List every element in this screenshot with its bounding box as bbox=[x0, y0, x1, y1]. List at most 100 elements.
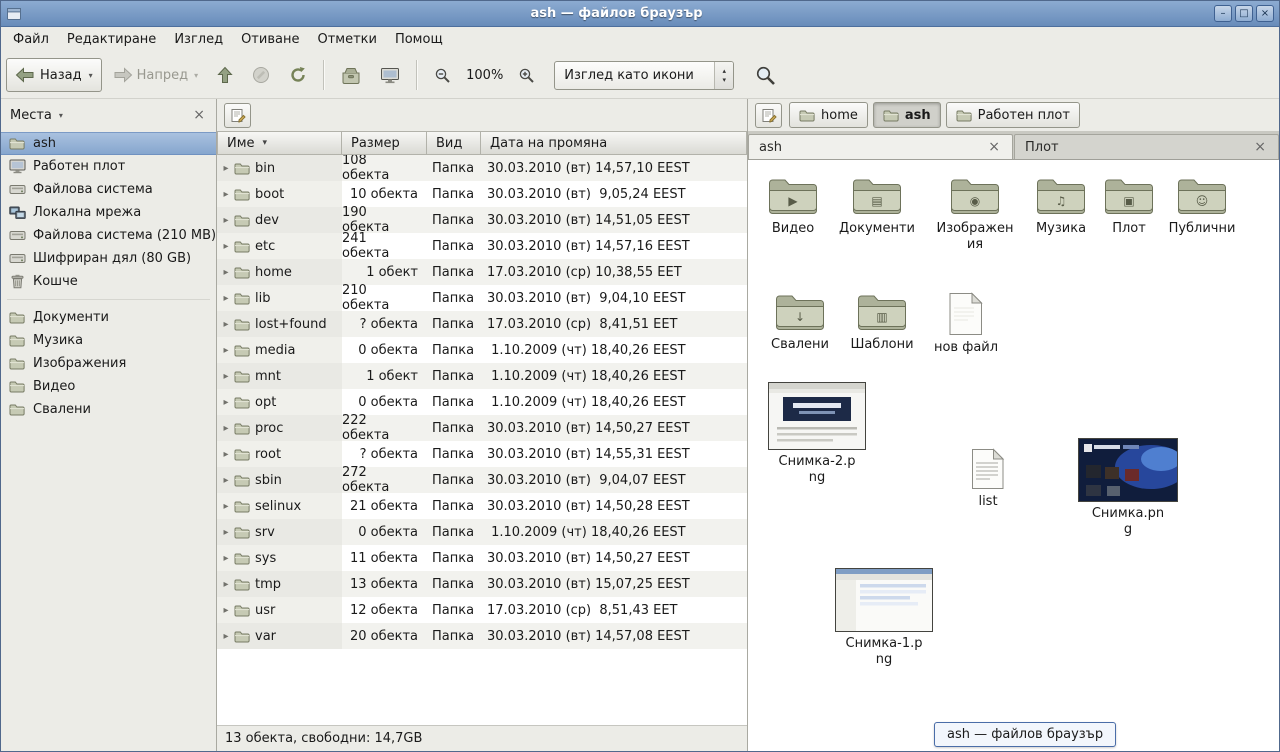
expander-icon[interactable]: ▸ bbox=[221, 553, 231, 564]
table-row[interactable]: ▸selinux21 обектаПапка30.03.2010 (вт) 14… bbox=[217, 493, 747, 519]
close-button[interactable]: × bbox=[1256, 5, 1274, 22]
zoom-out-button[interactable] bbox=[426, 58, 459, 92]
computer-button[interactable] bbox=[372, 58, 408, 92]
sidebar-item[interactable]: Работен плот bbox=[1, 155, 216, 178]
combo-spinner-icon[interactable]: ▴▾ bbox=[714, 62, 733, 89]
expander-icon[interactable]: ▸ bbox=[221, 189, 231, 200]
table-row[interactable]: ▸bin108 обектаПапка30.03.2010 (вт) 14,57… bbox=[217, 155, 747, 181]
sidebar-item[interactable]: ash bbox=[1, 132, 216, 155]
expander-icon[interactable]: ▸ bbox=[221, 449, 231, 460]
menu-item[interactable]: Файл bbox=[4, 27, 58, 52]
sidebar-close-icon[interactable]: × bbox=[191, 108, 207, 122]
expander-icon[interactable]: ▸ bbox=[221, 215, 231, 226]
tab-close-icon[interactable]: × bbox=[986, 140, 1002, 154]
tab[interactable]: Плот× bbox=[1014, 134, 1279, 159]
table-row[interactable]: ▸opt0 обектаПапка 1.10.2009 (чт) 18,40,2… bbox=[217, 389, 747, 415]
table-row[interactable]: ▸etc241 обектаПапка30.03.2010 (вт) 14,57… bbox=[217, 233, 747, 259]
view-mode-select[interactable]: Изглед като икони ▴▾ bbox=[554, 61, 734, 90]
location-toggle-button[interactable] bbox=[755, 103, 782, 128]
sidebar-item[interactable]: Документи bbox=[1, 306, 216, 329]
expander-icon[interactable]: ▸ bbox=[221, 501, 231, 512]
expander-icon[interactable]: ▸ bbox=[221, 345, 231, 356]
minimize-button[interactable]: – bbox=[1214, 5, 1232, 22]
back-dropdown-icon[interactable]: ▾ bbox=[89, 71, 93, 80]
sidebar-title[interactable]: Места bbox=[10, 108, 52, 123]
column-header[interactable]: Дата на промяна bbox=[481, 131, 747, 155]
back-button[interactable]: Назад ▾ bbox=[6, 58, 102, 92]
expander-icon[interactable]: ▸ bbox=[221, 397, 231, 408]
expander-icon[interactable]: ▸ bbox=[221, 475, 231, 486]
expander-icon[interactable]: ▸ bbox=[221, 579, 231, 590]
tab-close-icon[interactable]: × bbox=[1252, 140, 1268, 154]
expander-icon[interactable]: ▸ bbox=[221, 267, 231, 278]
expander-icon[interactable]: ▸ bbox=[221, 527, 231, 538]
menu-item[interactable]: Отметки bbox=[308, 27, 385, 52]
icon-item[interactable]: ▣Плот bbox=[1087, 176, 1171, 237]
sidebar-item[interactable]: Музика bbox=[1, 329, 216, 352]
icon-item[interactable]: Снимка-1.png bbox=[832, 568, 936, 667]
column-header[interactable]: Вид bbox=[427, 131, 481, 155]
table-row[interactable]: ▸usr12 обектаПапка17.03.2010 (ср) 8,51,4… bbox=[217, 597, 747, 623]
pathbar-button[interactable]: home bbox=[789, 102, 868, 128]
icon-item[interactable]: Снимка-2.png bbox=[765, 382, 869, 485]
pathbar-button[interactable]: ash bbox=[873, 102, 941, 128]
expander-icon[interactable]: ▸ bbox=[221, 371, 231, 382]
reload-button[interactable] bbox=[281, 58, 315, 92]
expander-icon[interactable]: ▸ bbox=[221, 163, 231, 174]
sidebar-item[interactable]: Свалени bbox=[1, 398, 216, 421]
icon-item[interactable]: Снимка.png bbox=[1076, 438, 1180, 537]
table-row[interactable]: ▸dev190 обектаПапка30.03.2010 (вт) 14,51… bbox=[217, 207, 747, 233]
table-row[interactable]: ▸root? обектаПапка30.03.2010 (вт) 14,55,… bbox=[217, 441, 747, 467]
table-row[interactable]: ▸srv0 обектаПапка 1.10.2009 (чт) 18,40,2… bbox=[217, 519, 747, 545]
icon-view[interactable]: ▶Видео▤Документи◉Изображения♫Музика▣Плот… bbox=[748, 160, 1279, 751]
sidebar-item[interactable]: Изображения bbox=[1, 352, 216, 375]
menu-item[interactable]: Помощ bbox=[386, 27, 452, 52]
expander-icon[interactable]: ▸ bbox=[221, 241, 231, 252]
icon-item[interactable]: ▥Шаблони bbox=[840, 292, 924, 353]
table-row[interactable]: ▸lost+found? обектаПапка17.03.2010 (ср) … bbox=[217, 311, 747, 337]
sidebar-mode-dropdown-icon[interactable]: ▾ bbox=[59, 111, 63, 120]
table-row[interactable]: ▸sbin272 обектаПапка30.03.2010 (вт) 9,04… bbox=[217, 467, 747, 493]
tab[interactable]: ash× bbox=[748, 134, 1013, 159]
table-row[interactable]: ▸proc222 обектаПапка30.03.2010 (вт) 14,5… bbox=[217, 415, 747, 441]
stop-button[interactable] bbox=[244, 58, 278, 92]
icon-item[interactable]: нов файл bbox=[924, 292, 1008, 356]
forward-dropdown-icon[interactable]: ▾ bbox=[194, 71, 198, 80]
sidebar-item[interactable]: Видео bbox=[1, 375, 216, 398]
table-row[interactable]: ▸var20 обектаПапка30.03.2010 (вт) 14,57,… bbox=[217, 623, 747, 649]
column-header[interactable]: Размер bbox=[342, 131, 427, 155]
sidebar-item[interactable]: Локална мрежа bbox=[1, 201, 216, 224]
expander-icon[interactable]: ▸ bbox=[221, 293, 231, 304]
pathbar-button[interactable]: Работен плот bbox=[946, 102, 1080, 128]
table-row[interactable]: ▸sys11 обектаПапка30.03.2010 (вт) 14,50,… bbox=[217, 545, 747, 571]
up-button[interactable] bbox=[209, 58, 241, 92]
sidebar-item[interactable]: Кошче bbox=[1, 270, 216, 293]
expander-icon[interactable]: ▸ bbox=[221, 319, 231, 330]
table-row[interactable]: ▸tmp13 обектаПапка30.03.2010 (вт) 15,07,… bbox=[217, 571, 747, 597]
icon-item[interactable]: ▶Видео bbox=[751, 176, 835, 237]
sidebar-item[interactable]: Файлова система bbox=[1, 178, 216, 201]
table-row[interactable]: ▸lib210 обектаПапка30.03.2010 (вт) 9,04,… bbox=[217, 285, 747, 311]
sidebar-item[interactable]: Шифриран дял (80 GB) bbox=[1, 247, 216, 270]
forward-button[interactable]: Напред ▾ bbox=[105, 58, 207, 92]
icon-item[interactable]: ◉Изображения bbox=[933, 176, 1017, 252]
zoom-in-button[interactable] bbox=[510, 58, 543, 92]
location-toggle-button[interactable] bbox=[224, 103, 251, 128]
table-row[interactable]: ▸mnt1 обектПапка 1.10.2009 (чт) 18,40,26… bbox=[217, 363, 747, 389]
icon-item[interactable]: list bbox=[946, 448, 1030, 510]
table-row[interactable]: ▸home1 обектПапка17.03.2010 (ср) 10,38,5… bbox=[217, 259, 747, 285]
table-row[interactable]: ▸boot10 обектаПапка30.03.2010 (вт) 9,05,… bbox=[217, 181, 747, 207]
search-button[interactable] bbox=[747, 58, 784, 92]
table-row[interactable]: ▸media0 обектаПапка 1.10.2009 (чт) 18,40… bbox=[217, 337, 747, 363]
icon-item[interactable]: ☺Публични bbox=[1160, 176, 1244, 237]
titlebar[interactable]: ash — файлов браузър – □ × bbox=[1, 1, 1279, 27]
column-header[interactable]: Име▾ bbox=[217, 131, 342, 155]
expander-icon[interactable]: ▸ bbox=[221, 423, 231, 434]
menu-item[interactable]: Редактиране bbox=[58, 27, 165, 52]
icon-item[interactable]: ▤Документи bbox=[835, 176, 919, 237]
menu-item[interactable]: Изглед bbox=[165, 27, 232, 52]
sidebar-item[interactable]: Файлова система (210 MB) bbox=[1, 224, 216, 247]
expander-icon[interactable]: ▸ bbox=[221, 605, 231, 616]
menu-item[interactable]: Отиване bbox=[232, 27, 308, 52]
home-folder-button[interactable] bbox=[333, 58, 369, 92]
